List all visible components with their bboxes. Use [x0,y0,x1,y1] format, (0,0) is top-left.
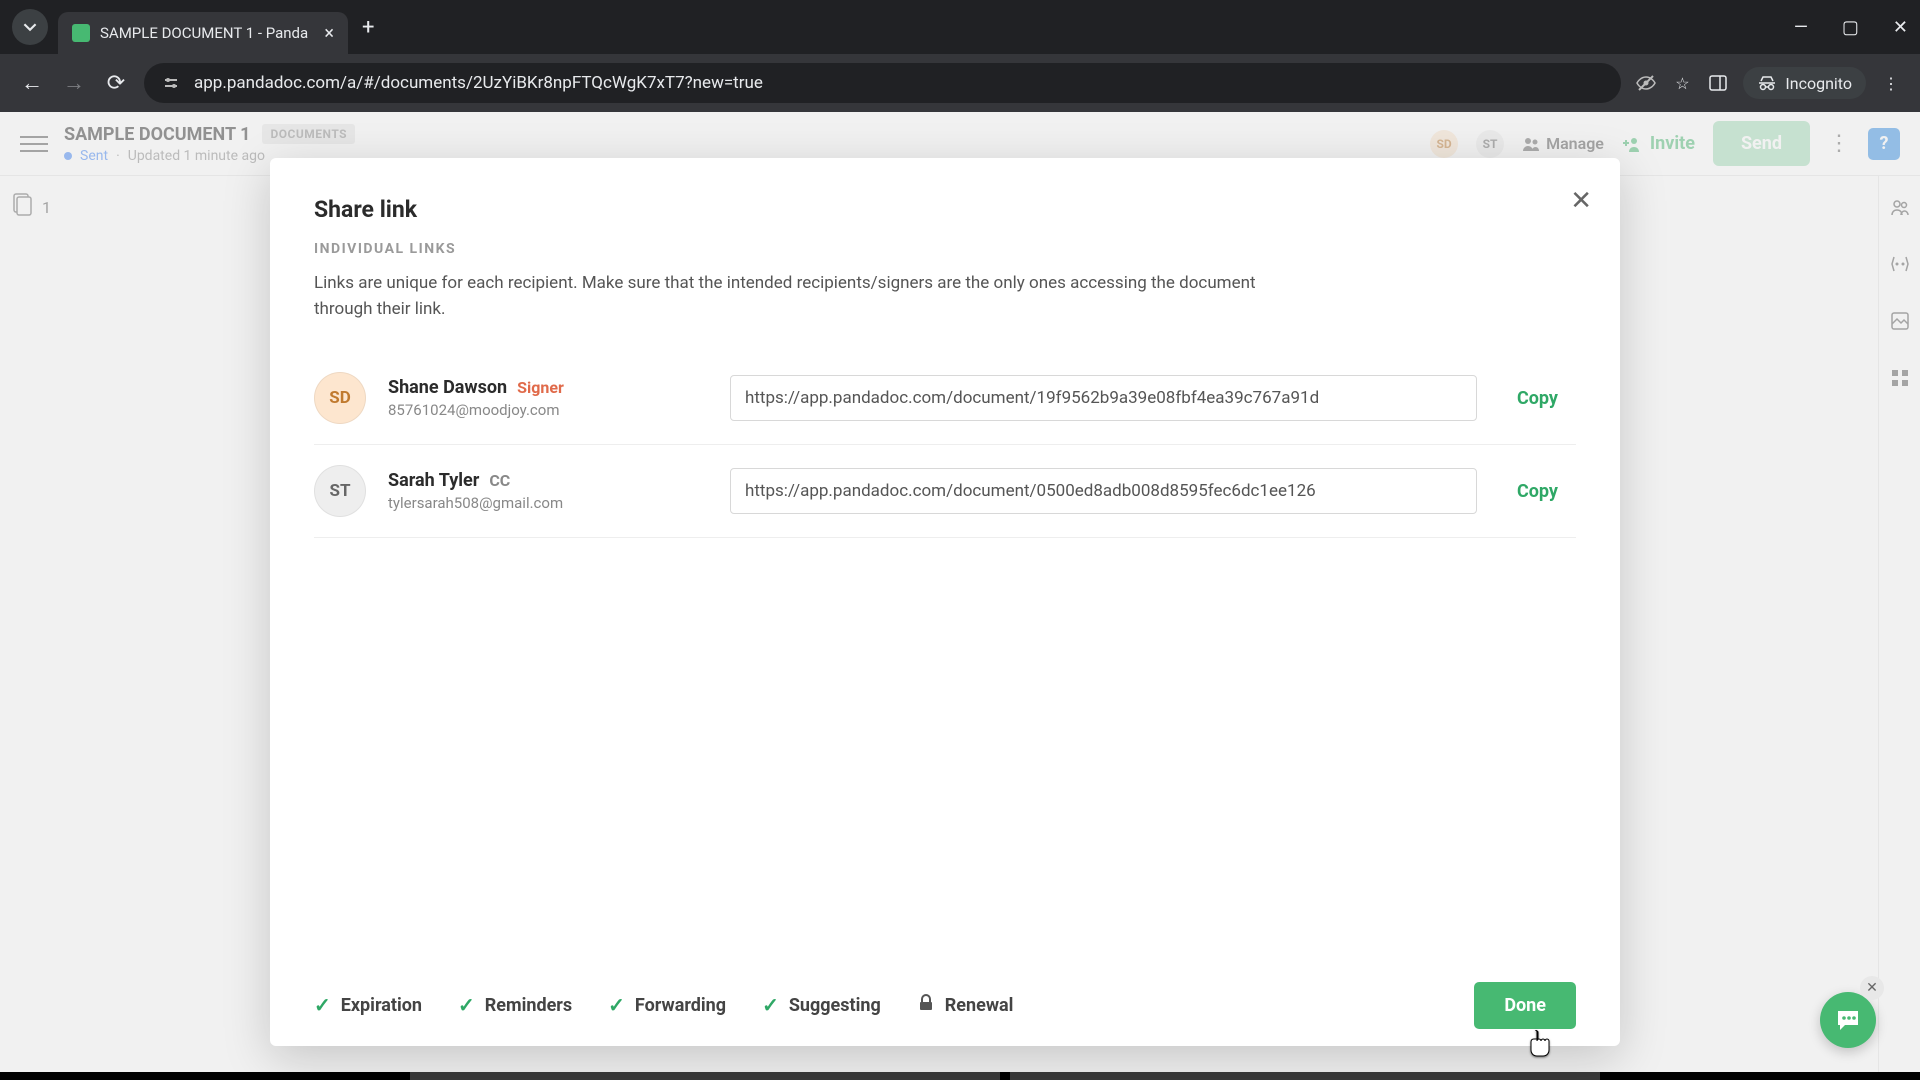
recipient-email: 85761024@moodjoy.com [388,401,708,419]
dialog-title: Share link [314,196,1576,223]
page-title: SAMPLE DOCUMENT 1 [64,124,250,145]
recipient-role: Signer [513,378,564,397]
avatar: SD [314,372,366,424]
recipient-name: Shane Dawson [388,377,507,398]
recipient-row: SD Shane Dawson Signer 85761024@moodjoy.… [314,352,1576,445]
check-icon: ✓ [314,993,331,1017]
share-option[interactable]: ✓ Reminders [458,993,572,1017]
recipients-icon[interactable] [1889,196,1911,223]
close-dialog-button[interactable]: ✕ [1570,186,1592,216]
updated-label: Updated 1 minute ago [128,148,265,164]
forward-button[interactable]: → [60,69,88,97]
maximize-button[interactable]: ▢ [1842,17,1859,38]
share-link-input[interactable] [730,468,1477,514]
blocked-eye-icon[interactable] [1635,72,1657,94]
url-text: app.pandadoc.com/a/#/documents/2UzYiBKr8… [194,73,763,93]
manage-label: Manage [1546,134,1604,153]
option-label: Expiration [341,995,422,1016]
more-button[interactable]: ⋮ [1828,131,1850,156]
option-label: Renewal [945,995,1014,1016]
status-separator: · [116,148,120,164]
share-option[interactable]: ✓ Suggesting [762,993,881,1017]
variables-icon[interactable] [1889,253,1911,280]
bookmark-icon[interactable]: ☆ [1671,72,1693,94]
page-count: 1 [42,198,51,217]
minimize-button[interactable]: ― [1794,17,1808,38]
side-panel-icon[interactable] [1707,72,1729,94]
chevron-down-icon [23,20,37,34]
copy-button[interactable]: Copy [1499,471,1576,512]
chat-fab[interactable] [1820,992,1876,1048]
recipient-email: tylersarah508@gmail.com [388,494,708,512]
share-link-dialog: ✕ Share link INDIVIDUAL LINKS Links are … [270,158,1620,1046]
invite-label: Invite [1650,133,1695,154]
share-option[interactable]: Renewal [917,993,1014,1017]
avatar-st[interactable]: ST [1476,130,1504,158]
incognito-indicator[interactable]: Incognito [1743,67,1866,99]
address-bar[interactable]: app.pandadoc.com/a/#/documents/2UzYiBKr8… [144,63,1621,103]
copy-button[interactable]: Copy [1499,378,1576,419]
dialog-description: Links are unique for each recipient. Mak… [314,271,1274,322]
app-viewport: SAMPLE DOCUMENT 1 DOCUMENTS Sent · Updat… [0,112,1920,1080]
apps-icon[interactable] [1889,367,1911,394]
done-button[interactable]: Done [1474,982,1576,1029]
status-label: Sent [80,148,108,164]
back-button[interactable]: ← [18,69,46,97]
option-label: Forwarding [635,995,726,1016]
chat-icon [1833,1005,1863,1035]
browser-tab[interactable]: SAMPLE DOCUMENT 1 - Panda × [58,12,348,54]
menu-button[interactable] [20,130,48,158]
browser-tab-strip: SAMPLE DOCUMENT 1 - Panda × + ― ▢ ✕ [0,0,1920,54]
incognito-label: Incognito [1785,74,1852,93]
recipient-name: Sarah Tyler [388,470,479,491]
recipient-row: ST Sarah Tyler CC tylersarah508@gmail.co… [314,445,1576,538]
send-button[interactable]: Send [1713,121,1810,166]
help-button[interactable]: ? [1868,128,1900,160]
site-settings-icon[interactable] [160,72,182,94]
pages-icon [10,192,34,222]
page-thumbnails[interactable]: 1 [10,192,51,222]
check-icon: ✓ [608,993,625,1017]
avatar-sd[interactable]: SD [1430,130,1458,158]
share-link-input[interactable] [730,375,1477,421]
dismiss-chat-button[interactable]: ✕ [1860,976,1884,1000]
content-icon[interactable] [1889,310,1911,337]
new-tab-button[interactable]: + [362,15,374,40]
people-icon [1522,135,1540,153]
favicon [72,24,90,42]
share-option[interactable]: ✓ Expiration [314,993,422,1017]
invite-icon [1622,134,1642,154]
right-sidebar [1878,176,1920,1080]
tab-search-button[interactable] [12,9,48,45]
option-label: Reminders [485,995,572,1016]
close-icon[interactable]: × [324,23,334,44]
lock-icon [917,993,935,1017]
dialog-section-label: INDIVIDUAL LINKS [314,241,1576,257]
manage-button[interactable]: Manage [1522,134,1604,153]
recipient-role: CC [485,471,510,490]
option-label: Suggesting [789,995,881,1016]
kebab-menu-button[interactable]: ⋮ [1880,72,1902,94]
incognito-icon [1757,73,1777,93]
invite-button[interactable]: Invite [1622,133,1695,154]
check-icon: ✓ [458,993,475,1017]
tab-title: SAMPLE DOCUMENT 1 - Panda [100,24,314,42]
reload-button[interactable]: ⟳ [102,69,130,97]
documents-badge: DOCUMENTS [262,124,355,144]
check-icon: ✓ [762,993,779,1017]
status-dot-icon [64,152,72,160]
browser-toolbar: ← → ⟳ app.pandadoc.com/a/#/documents/2Uz… [0,54,1920,112]
avatar: ST [314,465,366,517]
close-window-button[interactable]: ✕ [1893,17,1908,38]
share-option[interactable]: ✓ Forwarding [608,993,726,1017]
